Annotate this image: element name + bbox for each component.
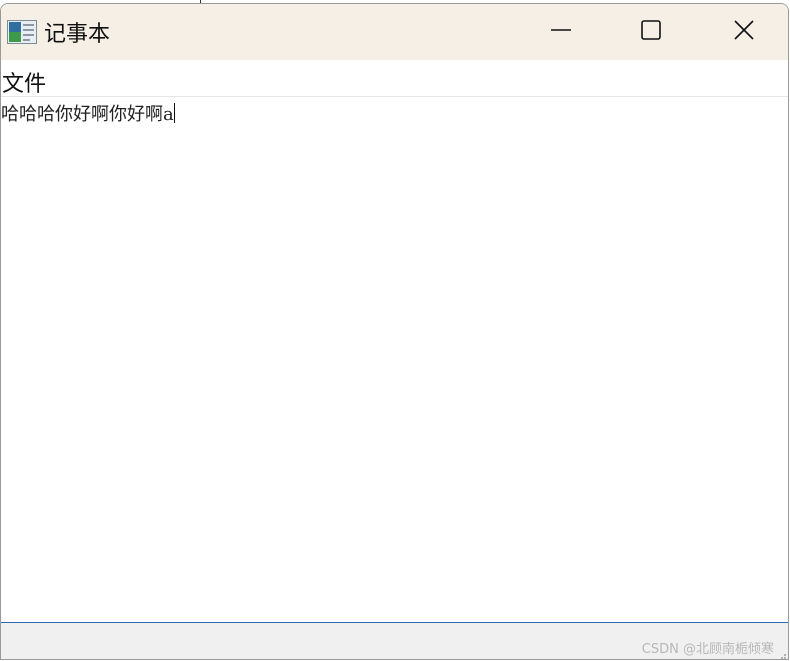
editor-content[interactable]: 哈哈哈你好啊你好啊a: [1, 100, 175, 126]
minimize-icon: [550, 19, 572, 45]
close-button[interactable]: [699, 4, 788, 60]
maximize-icon: [640, 19, 662, 45]
editor-text: 哈哈哈你好啊你好啊a: [1, 104, 174, 125]
close-icon: [733, 19, 755, 45]
menu-item-file[interactable]: 文件: [2, 66, 46, 98]
resize-grip-icon[interactable]: [777, 648, 787, 659]
maximize-button[interactable]: [606, 4, 696, 60]
text-editor[interactable]: 哈哈哈你好啊你好啊a: [1, 97, 788, 622]
window-title: 记事本: [44, 22, 111, 47]
notepad-window: 记事本 文件 哈哈哈你好啊你好啊a CSDN @北顾南栀倾寒: [0, 3, 789, 660]
minimize-button[interactable]: [516, 4, 606, 60]
menu-bar: 文件: [1, 60, 788, 97]
status-bar: CSDN @北顾南栀倾寒: [1, 622, 788, 659]
watermark-text: CSDN @北顾南栀倾寒: [641, 642, 774, 657]
screen: 记事本 文件 哈哈哈你好啊你好啊a CSDN @北顾南栀倾寒: [0, 0, 790, 661]
title-bar[interactable]: 记事本: [1, 4, 788, 60]
text-caret: [173, 103, 175, 123]
notepad-app-icon: [7, 20, 37, 44]
